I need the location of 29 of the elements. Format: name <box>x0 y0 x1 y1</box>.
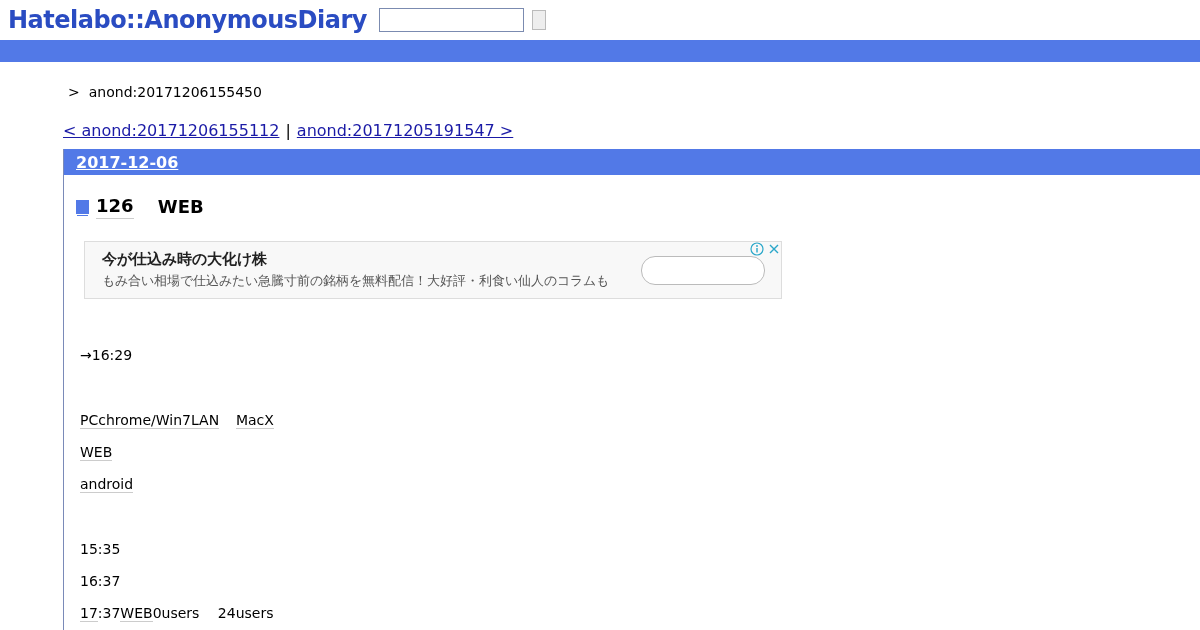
keyword-link[interactable]: MacX <box>235 412 274 429</box>
breadcrumb-separator: > <box>68 84 80 102</box>
keyword-link[interactable]: 126 <box>96 195 134 219</box>
ad-banner[interactable]: 今が仕込み時の大化け株 もみ合い相場で仕込みたい急騰寸前の銘柄を無料配信！大好評・利食い仙人のコラムも <box>84 241 782 299</box>
info-icon[interactable] <box>750 242 764 256</box>
site-logo[interactable]: Hatelabo::AnonymousDiary <box>8 6 367 34</box>
body-text: :37 <box>97 605 121 621</box>
prev-entry-link[interactable]: < anond:20171206155112 <box>63 121 280 143</box>
entry-title: WEB <box>156 195 204 219</box>
next-entry-link[interactable]: anond:20171205191547 > <box>296 121 514 143</box>
keyword-link[interactable]: WEB <box>80 444 113 461</box>
close-icon[interactable] <box>767 242 781 256</box>
ad-button[interactable] <box>641 255 765 285</box>
ad-description: もみ合い相場で仕込みたい急騰寸前の銘柄を無料配信！大好評・利食い仙人のコラムも <box>102 273 609 290</box>
keyword-link[interactable]: 17 <box>80 605 98 622</box>
breadcrumb-current: anond:20171206155450 <box>88 84 262 102</box>
body-text: 0users 24users <box>152 605 274 621</box>
keyword-link[interactable]: PCchrome/Win7LAN <box>80 412 220 429</box>
square-icon <box>76 200 89 214</box>
keyword-link[interactable]: android <box>80 476 134 493</box>
search-field[interactable] <box>378 8 524 32</box>
ad-headline[interactable]: 今が仕込み時の大化け株 <box>102 250 609 269</box>
body-text: 15:35 <box>80 541 121 557</box>
search-button[interactable] <box>531 10 546 30</box>
body-text: 16:37 <box>80 573 121 589</box>
body-text: →16:29 <box>80 347 133 363</box>
date-link[interactable]: 2017-12-06 <box>76 152 179 172</box>
pager-divider: | <box>285 121 291 142</box>
keyword-link[interactable]: WEB <box>120 605 153 622</box>
